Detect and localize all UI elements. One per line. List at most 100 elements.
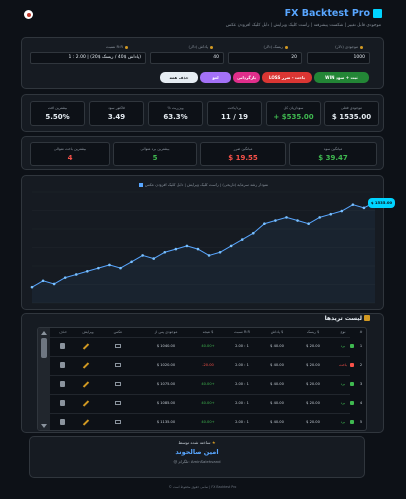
reward-input[interactable]: 40 xyxy=(150,52,224,64)
stat-value: 5.50% xyxy=(45,113,70,121)
scroll-thumb[interactable] xyxy=(41,338,47,358)
col-risk: ریسک $ xyxy=(306,330,320,334)
stats-panel: موجودی فعلی $ 1535.00 سود/زیان کل + $535.0… xyxy=(21,94,384,132)
win-button[interactable]: WIN ثبت + سود xyxy=(314,72,369,83)
cell-balance: $ 1085.00 xyxy=(156,401,176,405)
stat-card: بیشترین افت 5.50% xyxy=(30,101,85,126)
table-row[interactable]: $ 1040.00 40.00+ 2.00 : 1 $ 40.00 $ 20.00 برد… xyxy=(38,337,362,354)
cell-result: 40.00+ xyxy=(201,382,215,386)
image-icon[interactable] xyxy=(115,420,121,424)
balance-label: موجودی (دلار) xyxy=(335,44,363,49)
cell-reward: $ 40.00 xyxy=(270,401,284,405)
table-row[interactable]: $ 1075.00 40.00+ 2.00 : 1 $ 40.00 $ 20.00 برد… xyxy=(38,375,362,392)
stats-panel-2: میانگین سود $ 39.47 میانگین ضرر $ 19.55 بی… xyxy=(21,136,384,170)
trash-icon[interactable] xyxy=(60,362,65,368)
cell-reward: $ 40.00 xyxy=(270,382,284,386)
logo-icon xyxy=(24,10,33,19)
cell-risk: $ 20.00 xyxy=(306,344,320,348)
table-header: حذف ویرایش عکس موجودی پس از نتیجه $ نسبت… xyxy=(38,328,366,337)
cell-rr: 2.00 : 1 xyxy=(235,382,249,386)
trash-icon[interactable] xyxy=(60,400,65,406)
trades-table: حذف ویرایش عکس موجودی پس از نتیجه $ نسبت… xyxy=(37,327,367,431)
undo-button[interactable]: لغو xyxy=(200,72,231,83)
stat-value: 63.3% xyxy=(163,113,188,121)
stat-value: 5 xyxy=(152,154,158,162)
cell-risk: $ 20.00 xyxy=(306,420,320,424)
trades-title: لیست تریدها xyxy=(324,315,362,322)
equity-point xyxy=(152,257,156,260)
telegram-handle[interactable]: @ تلگرام: AminSalehvand xyxy=(30,459,364,464)
settings-panel: موجودی (دلار) 1000 ریسک (دلار) 20 پاداش … xyxy=(21,37,384,89)
cell-reward: $ 40.00 xyxy=(270,420,284,424)
restore-button[interactable]: بازگردانی xyxy=(233,72,260,83)
cell-n: 1 xyxy=(359,344,363,348)
col-type: نوع xyxy=(340,330,346,334)
clear-all-button[interactable]: حذف همه xyxy=(160,72,198,83)
table-row[interactable]: $ 1085.00 40.00+ 2.00 : 1 $ 40.00 $ 20.00 برد… xyxy=(38,394,362,411)
equity-point xyxy=(108,263,111,267)
image-icon[interactable] xyxy=(115,382,121,386)
rr-label: نسبت R:R xyxy=(106,44,128,49)
table-row[interactable]: $ 1135.00 40.00+ 2.00 : 1 $ 40.00 $ 20.00 برد… xyxy=(38,413,362,430)
equity-point xyxy=(285,216,288,219)
equity-point xyxy=(41,279,45,283)
equity-point xyxy=(240,238,244,241)
cell-balance: $ 1020.00 xyxy=(156,363,176,367)
equity-point xyxy=(196,247,200,251)
equity-point xyxy=(251,231,255,235)
cell-result: 40.00+ xyxy=(201,420,215,424)
risk-label: ریسک (دلار) xyxy=(263,44,288,49)
pencil-icon[interactable] xyxy=(82,381,90,388)
risk-input[interactable]: 20 xyxy=(228,52,302,64)
stat-card: بیشترین برد متوالی 5 xyxy=(113,142,197,166)
cell-risk: $ 20.00 xyxy=(306,382,320,386)
list-icon xyxy=(364,315,370,321)
equity-point xyxy=(86,269,89,273)
stat-card: فاکتور سود 3.49 xyxy=(89,101,144,126)
stat-value: 4 xyxy=(67,154,73,162)
pencil-icon[interactable] xyxy=(82,400,90,407)
equity-point xyxy=(340,209,344,213)
check-icon xyxy=(350,382,354,386)
equity-point xyxy=(163,250,167,254)
pencil-icon[interactable] xyxy=(82,362,90,369)
equity-point xyxy=(207,254,211,257)
scroll-down-icon[interactable] xyxy=(41,424,47,428)
stat-card: میانگین سود $ 39.47 xyxy=(289,142,377,166)
trash-icon[interactable] xyxy=(60,381,65,387)
cell-rr: 2.00 : 1 xyxy=(235,420,249,424)
image-icon[interactable] xyxy=(115,401,121,405)
cross-icon xyxy=(350,363,354,367)
equity-point xyxy=(274,219,277,222)
equity-point xyxy=(130,260,133,264)
equity-chart-panel[interactable]: نمودار رشد سرمایه (تاریخی) | راست کلیک و… xyxy=(21,175,384,310)
loss-button[interactable]: LOSS باخت - ضرر xyxy=(262,72,312,83)
equity-point xyxy=(318,216,321,219)
app-frame: FX Backtest Pro موجودی قابل تغییر | شکست… xyxy=(21,5,395,495)
pencil-icon[interactable] xyxy=(82,419,90,426)
stat-card: % وین‌ریت 63.3% xyxy=(148,101,203,126)
check-icon xyxy=(350,401,354,405)
col-delete: حذف xyxy=(59,330,67,334)
image-icon[interactable] xyxy=(115,344,121,348)
table-row[interactable]: $ 1020.00 -20.00 2.00 : 1 $ 40.00 $ 20.00 باخ… xyxy=(38,356,362,373)
pencil-icon[interactable] xyxy=(82,343,90,350)
stat-card: بیشترین باخت متوالی 4 xyxy=(30,142,110,166)
author-name: امین صالحوند xyxy=(175,448,219,456)
balance-input[interactable]: 1000 xyxy=(307,52,370,64)
cell-rr: 2.00 : 1 xyxy=(235,344,249,348)
app-title: FX Backtest Pro xyxy=(284,8,370,19)
cell-balance: $ 1135.00 xyxy=(156,420,176,424)
equity-chart[interactable] xyxy=(22,176,385,311)
last-value-badge: $ 1535.00 xyxy=(368,198,395,208)
image-icon[interactable] xyxy=(115,363,121,367)
col-rr: نسبت R:R xyxy=(233,330,251,334)
stat-value: $ 1535.00 xyxy=(331,113,372,121)
trash-icon[interactable] xyxy=(60,343,65,349)
equity-point xyxy=(141,254,144,257)
trash-icon[interactable] xyxy=(60,419,65,425)
cell-n: 5 xyxy=(359,420,363,424)
scroll-up-icon[interactable] xyxy=(41,331,47,335)
cell-result: 40.00+ xyxy=(201,344,215,348)
stat-value: $ 19.55 xyxy=(228,154,258,162)
